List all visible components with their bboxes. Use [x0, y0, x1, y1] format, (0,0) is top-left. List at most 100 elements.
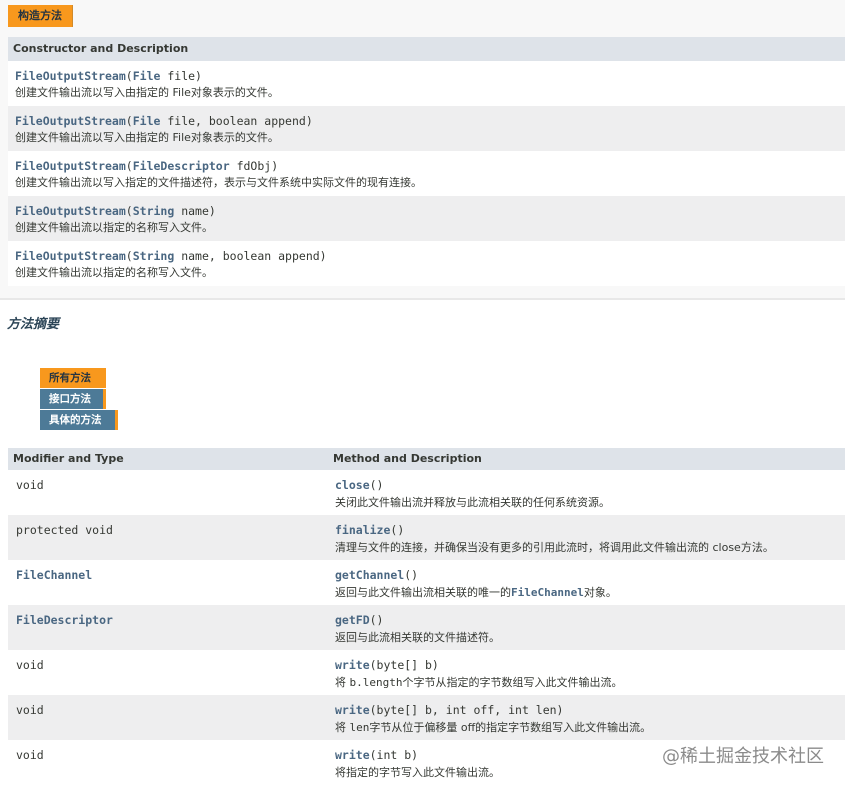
description-text: 将: [335, 676, 350, 689]
constructor-row: FileOutputStream(FileDescriptor fdObj) 创…: [8, 151, 845, 196]
method-link[interactable]: finalize: [335, 523, 390, 537]
method-link[interactable]: close: [335, 478, 370, 492]
method-cell: getChannel() 返回与此文件输出流相关联的唯一的FileChannel…: [335, 567, 617, 601]
return-type: void: [16, 658, 44, 672]
constructor-row: FileOutputStream(String name, boolean ap…: [8, 241, 845, 286]
method-link[interactable]: write: [335, 658, 370, 672]
constructor-description: 创建文件输出流以写入指定的文件描述符，表示与文件系统中实际文件的现有连接。: [15, 176, 422, 189]
method-row: void write(byte[] b, int off, int len) 将…: [8, 695, 845, 740]
method-description: 清理与文件的连接，并确保当没有更多的引用此流时，将调用此文件输出流的 close…: [335, 541, 774, 554]
method-signature: getFD(): [335, 612, 500, 628]
constructor-signature: FileOutputStream(File file, boolean appe…: [15, 113, 845, 129]
constructor-description: 创建文件输出流以指定的名称写入文件。: [15, 266, 213, 279]
paren: (: [125, 204, 133, 218]
watermark: @稀土掘金技术社区: [662, 746, 824, 767]
constructor-link[interactable]: FileOutputStream: [15, 204, 126, 218]
constructor-summary-section: 构造方法 Constructor and Description FileOut…: [0, 0, 845, 298]
constructor-signature: FileOutputStream(String name): [15, 203, 845, 219]
constructor-table-header: Constructor and Description: [8, 37, 845, 61]
method-row: void close() 关闭此文件输出流并释放与此流相关联的任何系统资源。: [8, 470, 845, 515]
constructor-row: FileOutputStream(String name) 创建文件输出流以指定…: [8, 196, 845, 241]
constructor-row: FileOutputStream(File file, boolean appe…: [8, 106, 845, 151]
method-params: (): [404, 568, 419, 582]
method-params: (int b): [369, 748, 419, 762]
return-type-link[interactable]: FileChannel: [16, 567, 92, 583]
method-signature: close(): [335, 477, 610, 493]
column-header-type: Modifier and Type: [13, 452, 124, 465]
description-text: 将: [335, 721, 350, 734]
param-type-link[interactable]: File: [133, 69, 161, 83]
method-link[interactable]: getChannel: [335, 568, 404, 582]
constructor-link[interactable]: FileOutputStream: [15, 159, 126, 173]
method-cell: finalize() 清理与文件的连接，并确保当没有更多的引用此流时，将调用此文…: [335, 522, 774, 556]
method-cell: write(byte[] b, int off, int len) 将 len字…: [335, 702, 651, 736]
description-code-link[interactable]: FileChannel: [511, 586, 584, 599]
tab-interface-methods[interactable]: 接口方法: [40, 389, 106, 409]
method-link[interactable]: write: [335, 703, 370, 717]
constructor-link[interactable]: FileOutputStream: [15, 69, 126, 83]
method-description: 将 len字节从位于偏移量 off的指定字节数组写入此文件输出流。: [335, 720, 651, 736]
method-description: 返回与此流相关联的文件描述符。: [335, 631, 500, 644]
return-type: protected void: [16, 523, 113, 537]
paren: (: [125, 159, 133, 173]
tab-all-methods[interactable]: 所有方法: [40, 368, 106, 388]
param-type-link[interactable]: File: [133, 114, 161, 128]
method-row: protected void finalize() 清理与文件的连接，并确保当没…: [8, 515, 845, 560]
method-description: 将指定的字节写入此文件输出流。: [335, 766, 500, 779]
method-signature: finalize(): [335, 522, 774, 538]
tab-constructors[interactable]: 构造方法: [8, 5, 73, 27]
return-type: void: [16, 703, 44, 717]
method-cell: getFD() 返回与此流相关联的文件描述符。: [335, 612, 500, 646]
method-signature: write(int b): [335, 747, 500, 763]
constructor-link[interactable]: FileOutputStream: [15, 249, 126, 263]
param-list: file, boolean append): [160, 114, 313, 128]
param-type-link[interactable]: FileDescriptor: [133, 159, 230, 173]
tab-concrete-methods[interactable]: 具体的方法: [40, 410, 118, 430]
param-list: name): [174, 204, 216, 218]
method-row: FileDescriptor getFD() 返回与此流相关联的文件描述符。: [8, 605, 845, 650]
method-row: FileChannel getChannel() 返回与此文件输出流相关联的唯一…: [8, 560, 845, 605]
method-link[interactable]: getFD: [335, 613, 370, 627]
method-signature: write(byte[] b, int off, int len): [335, 702, 651, 718]
paren: (: [125, 114, 133, 128]
method-params: (byte[] b, int off, int len): [369, 703, 564, 717]
method-cell: close() 关闭此文件输出流并释放与此流相关联的任何系统资源。: [335, 477, 610, 511]
constructor-signature: FileOutputStream(File file): [15, 68, 845, 84]
constructor-link[interactable]: FileOutputStream: [15, 114, 126, 128]
description-text: 返回与此文件输出流相关联的唯一的: [335, 586, 511, 599]
param-type-link[interactable]: String: [133, 249, 175, 263]
constructor-row: FileOutputStream(File file) 创建文件输出流以写入由指…: [8, 61, 845, 106]
description-code: len: [349, 721, 370, 734]
method-cell: write(int b) 将指定的字节写入此文件输出流。: [335, 747, 500, 781]
method-link[interactable]: write: [335, 748, 370, 762]
method-summary-title: 方法摘要: [7, 317, 60, 332]
return-type: void: [16, 478, 44, 492]
description-code: b.length: [349, 676, 403, 689]
param-type-link[interactable]: String: [133, 204, 175, 218]
method-params: (byte[] b): [369, 658, 439, 672]
method-params: (): [369, 478, 384, 492]
paren: (: [125, 69, 133, 83]
return-type-link[interactable]: FileDescriptor: [16, 612, 113, 628]
constructor-signature: FileOutputStream(String name, boolean ap…: [15, 248, 845, 264]
constructor-signature: FileOutputStream(FileDescriptor fdObj): [15, 158, 845, 174]
constructor-description: 创建文件输出流以写入由指定的 File对象表示的文件。: [15, 86, 279, 99]
column-header-method: Method and Description: [333, 452, 482, 465]
param-list: fdObj): [229, 159, 279, 173]
method-signature: write(byte[] b): [335, 657, 622, 673]
description-text: 个字节从指定的字节数组写入此文件输出流。: [402, 676, 623, 689]
param-list: file): [160, 69, 202, 83]
method-cell: write(byte[] b) 将 b.length个字节从指定的字节数组写入此…: [335, 657, 622, 691]
method-params: (): [369, 613, 384, 627]
description-text: 对象。: [583, 586, 617, 599]
method-description: 返回与此文件输出流相关联的唯一的FileChannel对象。: [335, 585, 617, 601]
constructor-description: 创建文件输出流以写入由指定的 File对象表示的文件。: [15, 131, 279, 144]
param-list: name, boolean append): [174, 249, 327, 263]
method-table-header: Modifier and Type Method and Description: [8, 448, 845, 470]
method-params: (): [390, 523, 405, 537]
return-type: void: [16, 748, 44, 762]
constructor-description: 创建文件输出流以指定的名称写入文件。: [15, 221, 213, 234]
method-row: void write(byte[] b) 将 b.length个字节从指定的字节…: [8, 650, 845, 695]
description-text: 字节从位于偏移量 off的指定字节数组写入此文件输出流。: [369, 721, 652, 734]
method-description: 关闭此文件输出流并释放与此流相关联的任何系统资源。: [335, 496, 610, 509]
